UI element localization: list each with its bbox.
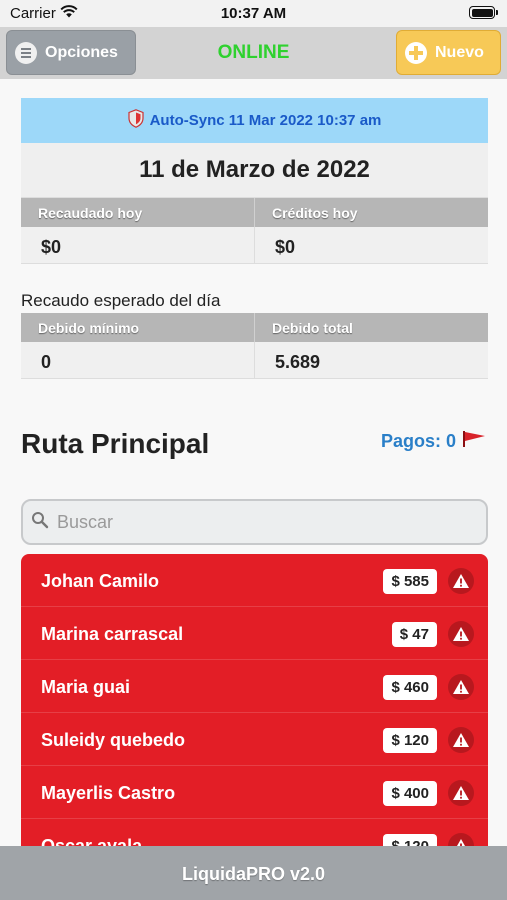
- total-due-label: Debido total: [254, 313, 488, 342]
- collected-today-label: Recaudado hoy: [38, 205, 143, 221]
- app-footer: LiquidaPRO v2.0: [0, 846, 507, 900]
- search-input[interactable]: [57, 511, 457, 533]
- search-icon: [31, 511, 49, 534]
- client-name: Oscar ayala: [41, 836, 143, 846]
- today-summary: Recaudado hoy Créditos hoy $0 $0: [21, 198, 488, 264]
- client-amount: $ 400: [383, 781, 437, 806]
- status-time: 10:37 AM: [220, 5, 287, 22]
- new-label: Nuevo: [435, 43, 484, 61]
- client-amount: $ 585: [383, 569, 437, 594]
- client-name: Suleidy quebedo: [41, 730, 186, 750]
- client-amount: $ 120: [383, 834, 437, 846]
- collected-today-value: $0: [41, 237, 62, 257]
- client-row[interactable]: Mayerlis Castro $ 400: [21, 766, 488, 819]
- shield-icon: [127, 109, 144, 132]
- minimum-due-label: Debido mínimo: [38, 320, 140, 336]
- warning-icon[interactable]: [448, 833, 474, 846]
- current-date: 11 de Marzo de 2022: [21, 143, 488, 198]
- credits-today-value: $0: [254, 227, 488, 263]
- payments-link[interactable]: Pagos: 0: [381, 430, 486, 453]
- battery-icon: [469, 6, 498, 19]
- warning-icon[interactable]: [448, 674, 474, 700]
- warning-icon[interactable]: [448, 621, 474, 647]
- client-name: Marina carrascal: [41, 624, 184, 644]
- client-row[interactable]: Maria guai $ 460: [21, 660, 488, 713]
- credits-today-label: Créditos hoy: [254, 198, 488, 227]
- expected-collection-title: Recaudo esperado del día: [21, 291, 221, 310]
- client-name: Maria guai: [41, 677, 131, 697]
- client-amount: $ 460: [383, 675, 437, 700]
- expected-summary: Debido mínimo Debido total 0 5.689: [21, 313, 488, 379]
- auto-sync-text: Auto-Sync 11 Mar 2022 10:37 am: [149, 112, 382, 129]
- client-amount: $ 120: [383, 728, 437, 753]
- warning-icon[interactable]: [448, 780, 474, 806]
- client-row[interactable]: Johan Camilo $ 585: [21, 554, 488, 607]
- warning-icon[interactable]: [448, 568, 474, 594]
- client-row[interactable]: Suleidy quebedo $ 120: [21, 713, 488, 766]
- route-title: Ruta Principal: [21, 428, 210, 459]
- new-button[interactable]: Nuevo: [396, 30, 501, 75]
- warning-icon[interactable]: [448, 727, 474, 753]
- plus-icon: [405, 41, 427, 64]
- nav-bar: Opciones ONLINE Nuevo: [0, 27, 507, 79]
- client-name: Mayerlis Castro: [41, 783, 176, 803]
- client-list: Johan Camilo $ 585 Marina carrascal $ 47…: [21, 554, 488, 846]
- client-row[interactable]: Oscar ayala $ 120: [21, 819, 488, 846]
- status-bar: Carrier 10:37 AM: [0, 0, 507, 27]
- search-box: [21, 499, 488, 545]
- auto-sync-banner: Auto-Sync 11 Mar 2022 10:37 am: [21, 98, 488, 143]
- client-name: Johan Camilo: [41, 571, 160, 591]
- total-due-value: 5.689: [254, 342, 488, 378]
- client-amount: $ 47: [391, 622, 437, 647]
- minimum-due-value: 0: [41, 352, 52, 372]
- client-row[interactable]: Marina carrascal $ 47: [21, 607, 488, 660]
- flag-icon: [456, 430, 486, 453]
- payments-count: Pagos: 0: [380, 431, 456, 451]
